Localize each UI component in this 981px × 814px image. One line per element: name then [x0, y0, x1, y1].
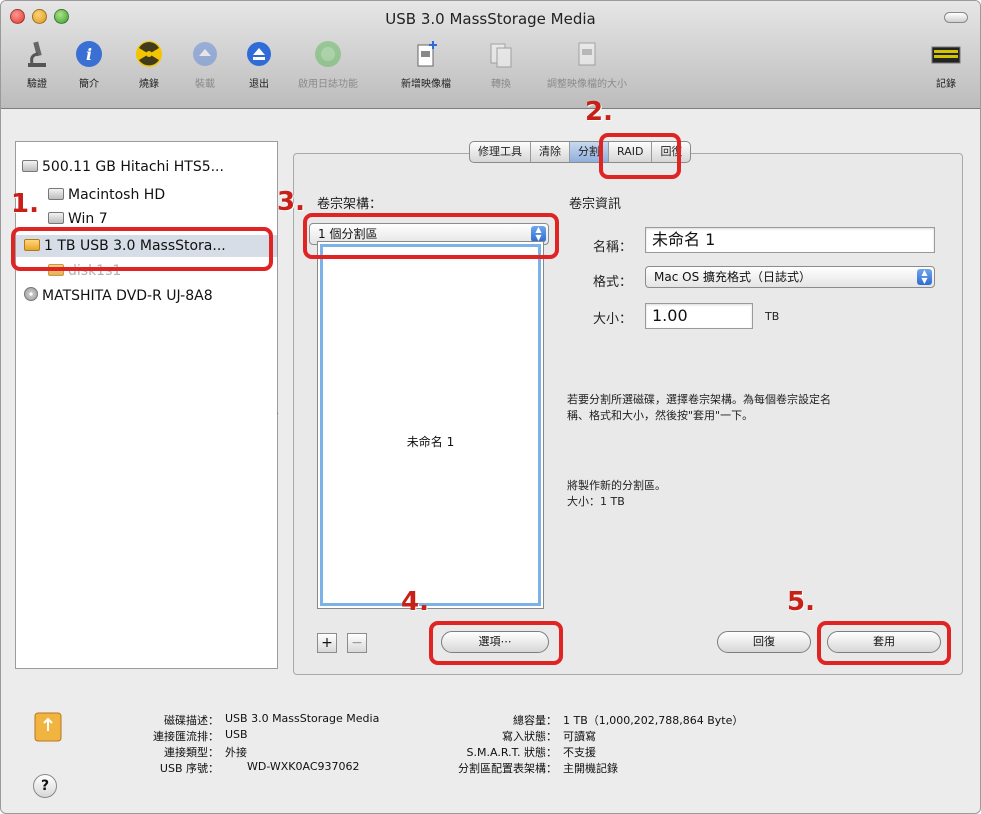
bus-value: USB [225, 728, 248, 741]
connection-type-value: 外接 [225, 746, 247, 759]
disk-desc-value: USB 3.0 MassStorage Media [225, 712, 380, 725]
annotation-box-2 [599, 133, 681, 179]
help-button[interactable]: ? [33, 774, 57, 798]
smart-status-key: S.M.A.R.T. 狀態： [466, 746, 557, 759]
mount-button[interactable]: 裝載 [175, 39, 235, 90]
instructions-line-1: 若要分割所選磁碟，選擇卷宗架構。為每個卷宗設定名 [567, 393, 831, 406]
format-value: Mac OS 擴充格式（日誌式） [654, 270, 811, 284]
toolbar-toggle-button[interactable] [944, 12, 968, 23]
capacity-key: 總容量： [513, 714, 557, 727]
new-image-icon [417, 41, 437, 67]
write-status-key: 寫入狀態： [502, 730, 557, 743]
dvd-drive-icon [24, 287, 38, 301]
usb-disk-icon [34, 712, 62, 742]
eject-label: 退出 [249, 79, 269, 90]
new-image-label: 新增映像檔 [401, 79, 451, 90]
size-field[interactable]: 1.00 [645, 303, 753, 329]
microscope-icon [28, 41, 46, 67]
splitter-handle[interactable]: · [276, 409, 279, 420]
burn-button[interactable]: 燒錄 [119, 39, 179, 90]
chevron-up-down-icon: ▲ ▼ [917, 269, 932, 285]
log-button[interactable]: 記錄 [919, 39, 973, 90]
volume-item-label: Macintosh HD [68, 187, 166, 203]
resize-image-label: 調整映像檔的大小 [547, 79, 627, 90]
tab-first-aid[interactable]: 修理工具 [470, 142, 531, 162]
disk-item-hitachi[interactable]: 500.11 GB Hitachi HTS5... [22, 156, 224, 178]
mount-icon [193, 42, 217, 66]
enable-journaling-button[interactable]: 啟用日誌功能 [293, 39, 363, 90]
annotation-box-5 [817, 621, 951, 665]
partition-block[interactable]: 未命名 1 [320, 244, 541, 606]
disk-item-dvd[interactable]: MATSHITA DVD-R UJ-8A8 [24, 285, 213, 307]
eject-button[interactable]: 退出 [229, 39, 289, 90]
info-icon: i [76, 41, 102, 67]
disk-item-label: 500.11 GB Hitachi HTS5... [42, 159, 224, 175]
log-label: 記錄 [936, 79, 956, 90]
volume-map[interactable]: 未命名 1 [317, 241, 544, 609]
instructions-line-2: 稱、格式和大小，然後按"套用"一下。 [567, 409, 754, 422]
disk-list[interactable]: 500.11 GB Hitachi HTS5... Macintosh HD W… [15, 141, 278, 669]
partition-map-value: 主開機記錄 [563, 762, 618, 775]
write-status-value: 可讀寫 [563, 730, 596, 743]
volume-info-heading: 卷宗資訊 [569, 197, 622, 212]
annotation-number-2: 2. [585, 97, 613, 127]
resize-image-button[interactable]: 調整映像檔的大小 [537, 39, 637, 90]
hard-disk-icon [22, 160, 38, 172]
serial-value: WD-WXK0AC937062 [247, 760, 360, 773]
bus-key: 連接匯流排： [153, 730, 219, 743]
annotation-number-5: 5. [787, 587, 815, 617]
convert-button[interactable]: 轉換 [471, 39, 531, 90]
volume-icon [48, 188, 64, 200]
window-title: USB 3.0 MassStorage Media [385, 10, 596, 28]
volume-item-label: Win 7 [68, 211, 108, 227]
enable-journaling-label: 啟用日誌功能 [298, 79, 358, 90]
partition-map-key: 分割區配置表架構： [458, 762, 557, 775]
revert-button[interactable]: 回復 [717, 631, 811, 653]
convert-label: 轉換 [491, 79, 511, 90]
info-button[interactable]: i 簡介 [59, 39, 119, 90]
annotation-box-1 [11, 227, 273, 271]
annotation-box-4 [429, 621, 563, 665]
convert-icon [490, 43, 512, 68]
size-unit: TB [765, 310, 780, 323]
result-line-2: 大小：1 TB [567, 495, 625, 508]
tab-erase[interactable]: 清除 [531, 142, 570, 162]
eject-icon [247, 42, 271, 66]
journal-icon [315, 41, 341, 67]
volume-name-field[interactable]: 未命名 1 [645, 227, 935, 253]
serial-key: USB 序號： [159, 762, 219, 775]
volume-item-macintosh-hd[interactable]: Macintosh HD [48, 184, 165, 206]
remove-partition-button[interactable]: − [347, 633, 367, 653]
mount-label: 裝載 [195, 79, 215, 90]
toolbar: USB 3.0 MassStorage Media 驗證 i 簡介 燒錄 裝載 … [1, 1, 980, 109]
smart-status-value: 不支援 [563, 746, 596, 759]
name-label: 名稱： [593, 240, 633, 255]
new-image-button[interactable]: 新增映像檔 [394, 39, 458, 90]
verify-button[interactable]: 驗證 [7, 39, 67, 90]
size-label: 大小： [593, 312, 633, 327]
annotation-number-4: 4. [401, 587, 429, 617]
annotation-number-1: 1. [11, 189, 39, 219]
format-select[interactable]: Mac OS 擴充格式（日誌式） ▲ ▼ [645, 266, 935, 288]
capacity-value: 1 TB（1,000,202,788,864 Byte） [563, 714, 744, 727]
svg-text:i: i [86, 45, 92, 64]
annotation-box-3 [303, 213, 559, 259]
resize-image-icon [578, 42, 596, 66]
disk-desc-key: 磁碟描述： [164, 714, 219, 727]
format-label: 格式： [593, 275, 633, 290]
result-line-1: 將製作新的分割區。 [567, 479, 666, 492]
disk-utility-window: USB 3.0 MassStorage Media 驗證 i 簡介 燒錄 裝載 … [0, 0, 981, 814]
volume-icon [48, 212, 64, 224]
info-label: 簡介 [79, 79, 99, 90]
burn-icon [136, 41, 162, 67]
verify-label: 驗證 [27, 79, 47, 90]
log-icon [931, 46, 961, 64]
disk-item-label: MATSHITA DVD-R UJ-8A8 [42, 288, 213, 304]
annotation-number-3: 3. [277, 187, 305, 217]
add-partition-button[interactable]: + [317, 633, 337, 653]
burn-label: 燒錄 [139, 79, 159, 90]
volume-scheme-heading: 卷宗架構： [317, 197, 383, 212]
partition-block-name: 未命名 1 [406, 435, 455, 449]
connection-type-key: 連接類型： [164, 746, 219, 759]
